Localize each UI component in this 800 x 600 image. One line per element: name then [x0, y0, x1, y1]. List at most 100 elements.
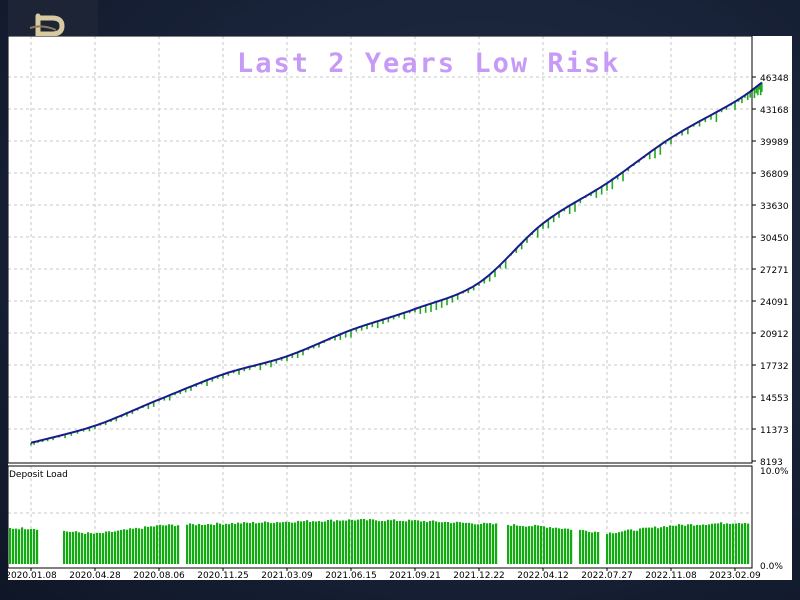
deposit-load-bar: [156, 525, 159, 564]
deposit-load-bar: [216, 522, 219, 564]
x-tick-label: 2021.09.21: [389, 571, 441, 580]
deposit-load-bar: [510, 525, 513, 564]
deposit-load-bar: [72, 531, 75, 564]
deposit-load-bar: [675, 525, 678, 564]
deposit-load-bar: [249, 523, 252, 564]
deposit-load-bars: [9, 518, 750, 564]
deposit-load-bar: [312, 521, 315, 564]
deposit-load-bar: [552, 528, 555, 564]
deposit-load-bar: [348, 519, 351, 564]
deposit-load-bar: [327, 519, 330, 564]
deposit-load-bar: [87, 532, 90, 564]
deposit-load-bar: [381, 520, 384, 564]
deposit-load-bar: [441, 522, 444, 564]
x-tick-label: 2022.11.08: [645, 571, 697, 580]
y-tick-label: 17732: [760, 362, 789, 372]
y-tick-label: 27271: [760, 266, 789, 276]
deposit-load-bar: [453, 522, 456, 564]
deposit-load-bar: [345, 520, 348, 564]
deposit-load-bar: [681, 524, 684, 564]
deposit-load-bar: [18, 529, 21, 564]
deposit-load-bar: [303, 521, 306, 564]
deposit-load-bar: [33, 528, 36, 564]
deposit-load-bar: [414, 520, 417, 564]
deposit-load-bar: [186, 524, 189, 564]
x-axis: 2020.01.08 2020.04.28 2020.08.06 2020.11.25…: [5, 568, 761, 581]
deposit-load-bar: [654, 526, 657, 564]
y-tick-label: 30450: [760, 234, 789, 244]
x-tick-label: 2022.04.12: [517, 571, 569, 580]
deposit-load-bar: [78, 532, 81, 564]
deposit-load-bar: [99, 532, 102, 564]
deposit-load-bar: [630, 529, 633, 564]
deposit-load-bar: [732, 523, 735, 564]
deposit-load-bar: [246, 522, 249, 564]
y-tick-label: 20912: [760, 330, 789, 340]
deposit-load-y-axis: 10.0% 0.0%: [760, 467, 789, 572]
x-tick-label: 2021.03.09: [261, 571, 313, 580]
deposit-load-bar: [324, 521, 327, 564]
deposit-load-bar: [642, 527, 645, 564]
deposit-load-bar: [639, 528, 642, 564]
deposit-load-bar: [159, 524, 162, 564]
deposit-load-bar: [336, 520, 339, 564]
deposit-load-bar: [459, 522, 462, 564]
deposit-load-bar: [633, 530, 636, 564]
deposit-load-bar: [27, 529, 30, 564]
chart-panel: 46348 43168 39989 36809 33630 30450 27271 24091…: [5, 35, 792, 581]
y-tick-label: 46348: [760, 74, 789, 84]
deposit-load-bar: [495, 523, 498, 564]
deposit-load-bar: [273, 522, 276, 564]
deposit-load-bar: [471, 523, 474, 564]
deposit-load-bar: [366, 520, 369, 564]
deposit-load-bar: [417, 520, 420, 564]
deposit-load-bar: [690, 524, 693, 564]
deposit-load-bar: [282, 522, 285, 564]
deposit-load-bar: [30, 529, 33, 564]
deposit-load-bar: [657, 528, 660, 564]
deposit-load-bar: [354, 520, 357, 564]
deposit-load-bar: [534, 524, 537, 564]
deposit-load-bar: [111, 532, 114, 564]
deposit-load-bar: [738, 523, 741, 564]
deposit-load-title: Deposit Load: [9, 470, 68, 480]
deposit-load-bar: [687, 524, 690, 564]
deposit-load-bar: [627, 529, 630, 564]
deposit-load-bar: [708, 524, 711, 564]
deposit-load-bar: [714, 523, 717, 564]
main-chart-grid: [8, 36, 752, 463]
deposit-load-bar: [261, 522, 264, 564]
deposit-load-bar: [468, 522, 471, 564]
deposit-load-bar: [615, 533, 618, 564]
deposit-load-bar: [123, 529, 126, 564]
main-y-axis: 46348 43168 39989 36809 33630 30450 27271 24091…: [752, 74, 789, 468]
deposit-load-bar: [705, 525, 708, 564]
deposit-load-bar: [90, 533, 93, 564]
deposit-load-bar: [243, 522, 246, 564]
deposit-load-bar: [147, 526, 150, 564]
deposit-load-bar: [711, 523, 714, 564]
deposit-load-bar: [519, 525, 522, 564]
deposit-load-bar: [210, 524, 213, 564]
deposit-load-bar: [267, 522, 270, 564]
deposit-load-bar: [543, 526, 546, 564]
x-tick-label: 2020.11.25: [197, 571, 249, 580]
y-tick-label: 36809: [760, 170, 789, 180]
deposit-load-bar: [537, 525, 540, 564]
deposit-load-bar: [669, 525, 672, 564]
deposit-load-bar: [288, 522, 291, 564]
deposit-load-bar: [231, 522, 234, 564]
deposit-load-bar: [270, 523, 273, 564]
deposit-load-bar: [117, 530, 120, 564]
y-tick-label: 39989: [760, 138, 789, 148]
deposit-load-bar: [291, 522, 294, 564]
deposit-load-bar: [516, 525, 519, 564]
deposit-load-bar: [531, 526, 534, 564]
deposit-load-bar: [252, 521, 255, 564]
deposit-load-bar: [387, 519, 390, 564]
deposit-load-bar: [108, 531, 111, 564]
deposit-load-bar: [435, 521, 438, 564]
deposit-load-bar: [456, 521, 459, 564]
x-tick-label: 2023.02.09: [709, 571, 761, 580]
chart-svg: 46348 43168 39989 36809 33630 30450 27271 24091…: [5, 35, 789, 581]
